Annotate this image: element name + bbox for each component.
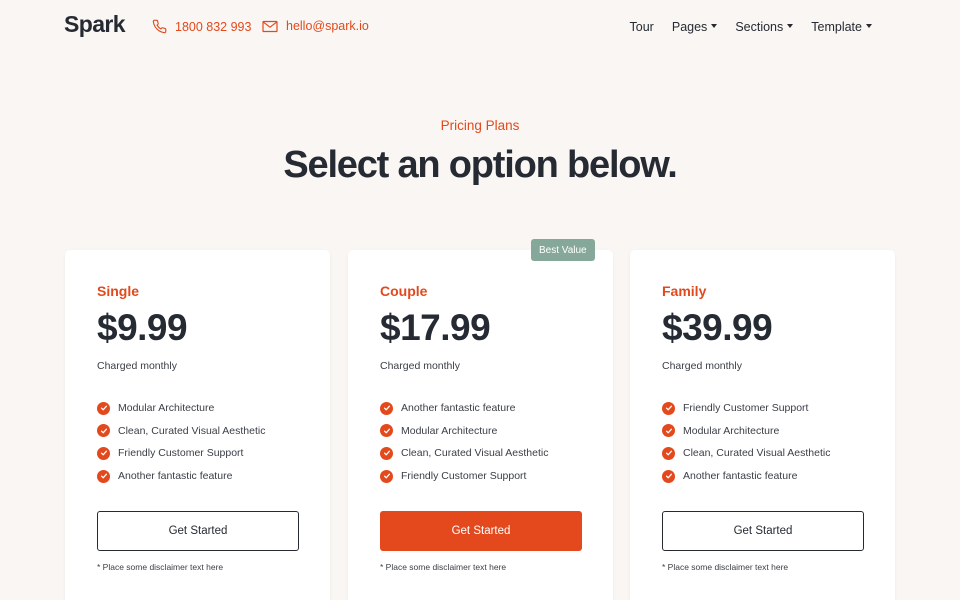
plan-price: $39.99 bbox=[662, 307, 773, 348]
caret-down-icon bbox=[787, 24, 794, 28]
check-icon bbox=[97, 446, 110, 460]
check-icon bbox=[380, 446, 393, 460]
billing-period: Charged monthly bbox=[662, 360, 742, 372]
feature-text: Another fantastic feature bbox=[118, 470, 233, 483]
feature-text: Clean, Curated Visual Aesthetic bbox=[401, 447, 549, 460]
disclaimer-text: * Place some disclaimer text here bbox=[97, 562, 224, 572]
nav-item-label: Template bbox=[811, 20, 862, 34]
feature-text: Another fantastic feature bbox=[401, 402, 516, 415]
plan-name: Single bbox=[97, 283, 140, 299]
email-link[interactable]: hello@spark.io bbox=[262, 19, 369, 33]
nav-item-sections[interactable]: Sections bbox=[735, 20, 794, 34]
feature-item: Modular Architecture bbox=[662, 420, 830, 443]
mail-icon bbox=[262, 20, 278, 32]
pricing-card-single: Single $9.99 Charged monthly Modular Arc… bbox=[65, 250, 330, 600]
feature-item: Modular Architecture bbox=[380, 420, 548, 443]
feature-item: Friendly Customer Support bbox=[380, 465, 548, 488]
caret-down-icon bbox=[711, 24, 718, 28]
feature-list: Modular Architecture Clean, Curated Visu… bbox=[97, 397, 265, 487]
caret-down-icon bbox=[866, 24, 872, 28]
get-started-button[interactable]: Get Started bbox=[97, 511, 299, 551]
check-icon bbox=[662, 424, 675, 438]
feature-text: Friendly Customer Support bbox=[401, 470, 527, 483]
feature-text: Modular Architecture bbox=[683, 424, 780, 437]
check-icon bbox=[662, 446, 675, 460]
check-icon bbox=[662, 469, 675, 483]
check-icon bbox=[380, 469, 393, 483]
section-eyebrow: Pricing Plans bbox=[440, 118, 520, 133]
feature-item: Another fantastic feature bbox=[97, 465, 265, 488]
feature-text: Modular Architecture bbox=[118, 402, 215, 415]
feature-text: Clean, Curated Visual Aesthetic bbox=[683, 447, 831, 460]
phone-icon bbox=[152, 19, 167, 34]
best-value-badge: Best Value bbox=[531, 239, 595, 261]
feature-list: Another fantastic feature Modular Archit… bbox=[380, 397, 548, 487]
feature-text: Clean, Curated Visual Aesthetic bbox=[118, 424, 266, 437]
feature-item: Another fantastic feature bbox=[380, 397, 548, 420]
feature-item: Clean, Curated Visual Aesthetic bbox=[97, 420, 265, 443]
pricing-card-family: Family $39.99 Charged monthly Friendly C… bbox=[630, 250, 895, 600]
check-icon bbox=[97, 424, 110, 438]
get-started-button[interactable]: Get Started bbox=[380, 511, 582, 551]
nav-item-tour[interactable]: Tour bbox=[630, 20, 654, 34]
nav-item-label: Sections bbox=[735, 20, 784, 34]
feature-text: Modular Architecture bbox=[401, 424, 498, 437]
feature-item: Friendly Customer Support bbox=[97, 442, 265, 465]
nav-item-label: Pages bbox=[671, 20, 708, 34]
logo[interactable]: Spark bbox=[64, 11, 126, 38]
feature-text: Another fantastic feature bbox=[683, 470, 798, 483]
check-icon bbox=[97, 401, 110, 415]
feature-item: Clean, Curated Visual Aesthetic bbox=[662, 442, 830, 465]
nav-item-pages[interactable]: Pages bbox=[671, 20, 718, 34]
disclaimer-text: * Place some disclaimer text here bbox=[662, 562, 789, 572]
page-title: Select an option below. bbox=[283, 144, 677, 186]
get-started-button[interactable]: Get Started bbox=[662, 511, 864, 551]
email-address: hello@spark.io bbox=[286, 19, 369, 33]
billing-period: Charged monthly bbox=[97, 360, 177, 372]
feature-text: Friendly Customer Support bbox=[683, 402, 809, 415]
feature-list: Friendly Customer Support Modular Archit… bbox=[662, 397, 830, 487]
plan-name: Family bbox=[662, 283, 707, 299]
check-icon bbox=[380, 424, 393, 438]
plan-price: $17.99 bbox=[380, 307, 491, 348]
check-icon bbox=[97, 469, 110, 483]
feature-item: Modular Architecture bbox=[97, 397, 265, 420]
billing-period: Charged monthly bbox=[380, 360, 460, 372]
check-icon bbox=[380, 401, 393, 415]
feature-text: Friendly Customer Support bbox=[118, 447, 244, 460]
phone-number: 1800 832 993 bbox=[175, 19, 252, 34]
feature-item: Clean, Curated Visual Aesthetic bbox=[380, 442, 548, 465]
main-nav: Tour Pages Sections Template bbox=[630, 20, 872, 34]
site-header: Spark 1800 832 993 hello@spark.io Tour P… bbox=[0, 0, 960, 54]
feature-item: Another fantastic feature bbox=[662, 465, 830, 488]
nav-item-template[interactable]: Template bbox=[811, 20, 872, 34]
pricing-card-couple: Couple $17.99 Charged monthly Another fa… bbox=[348, 250, 613, 600]
nav-item-label: Tour bbox=[629, 20, 654, 34]
phone-link[interactable]: 1800 832 993 bbox=[152, 19, 251, 34]
plan-name: Couple bbox=[380, 283, 428, 299]
disclaimer-text: * Place some disclaimer text here bbox=[380, 562, 507, 572]
plan-price: $9.99 bbox=[97, 307, 188, 348]
feature-item: Friendly Customer Support bbox=[662, 397, 830, 420]
check-icon bbox=[662, 401, 675, 415]
